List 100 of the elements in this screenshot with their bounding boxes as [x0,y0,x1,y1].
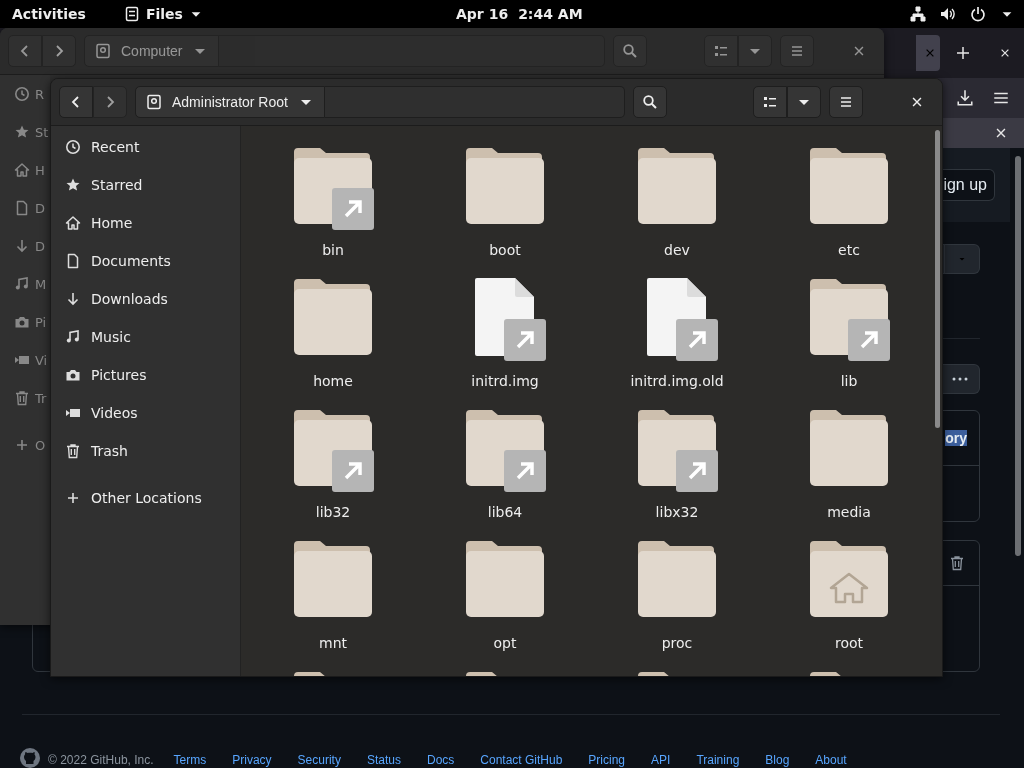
footer-link[interactable]: Contact GitHub [480,752,563,767]
view-options-button[interactable] [737,35,772,67]
close-icon [852,44,866,58]
view-button[interactable] [752,86,787,118]
copyright-text: © 2022 GitHub, Inc. [48,752,154,767]
file-name[interactable]: proc [661,635,693,651]
file-name[interactable]: bin [322,242,344,258]
download-icon [14,238,30,254]
sidebar-item[interactable]: Starred [51,166,240,204]
file-name[interactable]: libx32 [655,504,699,520]
trash-icon [65,443,81,459]
search-icon [641,94,658,110]
clock[interactable]: Apr 16 2:44 AM [456,6,583,22]
file-name[interactable]: initrd.img.old [630,373,724,389]
list-icon [761,94,778,110]
back-button[interactable] [59,86,93,118]
file-name[interactable]: etc [838,242,860,258]
sidebar-item[interactable]: Documents [51,242,240,280]
new-tab-button[interactable] [955,45,971,61]
footer-link[interactable]: Security [297,752,341,767]
footer-link[interactable]: About [815,752,847,767]
plus-icon [65,490,81,506]
footer-link[interactable]: Blog [765,752,790,767]
sidebar-item[interactable]: Pi [0,303,50,341]
folder-icon [809,408,889,488]
sidebar-item[interactable]: Trash [51,432,240,470]
document-icon [65,253,81,269]
folder-icon [637,146,717,226]
sidebar-item[interactable]: H [0,151,50,189]
folder-icon [809,146,889,226]
file-name[interactable]: lib64 [487,504,523,520]
footer-link[interactable]: Pricing [588,752,626,767]
file-name[interactable]: root [834,635,864,651]
ellipsis-icon [951,376,969,382]
file-name[interactable]: media [827,504,871,520]
sidebar-item[interactable]: M [0,265,50,303]
file-name[interactable]: lib32 [315,504,351,520]
sidebar-item[interactable]: Vi [0,341,50,379]
view-options-button[interactable] [786,86,821,118]
sidebar-item[interactable]: Pictures [51,356,240,394]
file-name[interactable]: lib [840,373,858,389]
footer-link[interactable]: Training [696,752,740,767]
home-icon [65,215,81,231]
music-icon [65,329,81,345]
file-name[interactable]: mnt [319,635,347,651]
forward-button[interactable] [42,35,76,67]
sidebar-item[interactable]: O [0,426,50,464]
file-name[interactable]: dev [664,242,690,258]
sidebar-item[interactable]: Music [51,318,240,356]
forward-button[interactable] [93,86,127,118]
camera-icon [65,367,81,383]
list-icon [712,43,729,59]
sidebar-item[interactable]: D [0,189,50,227]
clock-icon [65,139,81,155]
home-folder-icon [809,539,889,619]
activities-button[interactable]: Activities [12,6,86,22]
plus-icon [955,45,971,61]
document-icon [14,200,30,216]
window-close-button[interactable] [999,47,1011,59]
footer-link[interactable]: API [651,752,671,767]
location-button[interactable]: Administrator Root [135,86,325,118]
back-button[interactable] [8,35,42,67]
footer-link[interactable]: Docs [426,752,455,767]
location-button[interactable]: Computer [84,35,220,67]
star-icon [65,177,81,193]
search-button[interactable] [632,86,667,118]
search-icon [622,43,639,59]
folder-icon [637,539,717,619]
folder-icon [293,539,373,619]
notification-close-button[interactable] [994,126,1008,140]
file-name[interactable]: boot [489,242,521,258]
sidebar-item[interactable]: St [0,113,50,151]
sidebar-item[interactable]: D [0,227,50,265]
sidebar-item[interactable]: Downloads [51,280,240,318]
sidebar-item[interactable]: Tr [0,379,50,417]
drive-icon [146,94,162,110]
caret-icon [958,255,966,263]
sidebar-item[interactable]: Home [51,204,240,242]
footer-link[interactable]: Privacy [232,752,272,767]
volume-icon [940,6,956,22]
folder-icon [465,539,545,619]
folder-icon [465,146,545,226]
drive-icon [95,43,111,59]
sidebar-item[interactable]: R [0,75,50,113]
downloads-button[interactable] [956,89,974,107]
footer-link[interactable]: Status [366,752,401,767]
more-button[interactable] [941,364,980,394]
file-name[interactable]: opt [493,635,517,651]
network-icon [910,6,926,22]
app-menu[interactable]: Files [123,6,203,22]
sidebar-item[interactable]: Videos [51,394,240,432]
delete-button[interactable] [949,555,965,571]
menu-button[interactable] [828,86,863,118]
footer-link[interactable]: Terms [173,752,207,767]
sign-up-button[interactable]: ign up [941,169,995,201]
sidebar-item[interactable]: Other Locations [51,479,240,517]
file-name[interactable]: initrd.img [471,373,539,389]
sidebar-item[interactable]: Recent [51,128,240,166]
star-icon [14,124,30,140]
file-name[interactable]: home [313,373,353,389]
